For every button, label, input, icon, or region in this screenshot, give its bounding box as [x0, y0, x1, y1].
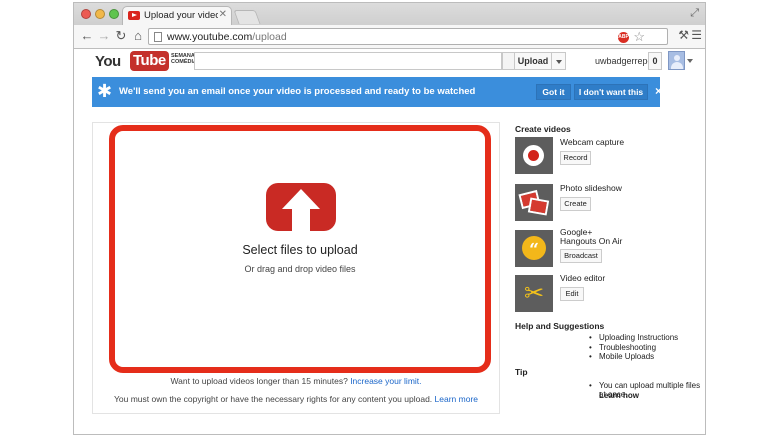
- select-files-label[interactable]: Select files to upload: [115, 243, 485, 257]
- notice-message: We'll send you an email once your video …: [119, 86, 476, 97]
- increase-limit-link[interactable]: Increase your limit.: [350, 376, 421, 386]
- arrow-stem-shape: [292, 208, 310, 232]
- url-text[interactable]: www.youtube.com/upload: [167, 31, 287, 43]
- hangouts-title: Google+ Hangouts On Air: [560, 227, 623, 246]
- learn-how-link[interactable]: Learn how: [599, 391, 639, 400]
- record-button[interactable]: Record: [560, 151, 591, 165]
- url-host: www.youtube.com: [167, 31, 253, 43]
- hangouts-bubble-shape: “: [522, 236, 546, 260]
- broadcast-button[interactable]: Broadcast: [560, 249, 602, 263]
- home-icon[interactable]: ⌂: [130, 28, 146, 44]
- create-button[interactable]: Create: [560, 197, 591, 211]
- new-tab-button[interactable]: [233, 10, 261, 24]
- scissors-icon[interactable]: ✂: [515, 275, 553, 312]
- long-upload-note: Want to upload videos longer than 15 min…: [92, 376, 500, 386]
- fullscreen-icon[interactable]: ⤢: [690, 7, 699, 20]
- avatar[interactable]: [668, 51, 685, 70]
- arrow-head-shape: [282, 189, 320, 209]
- wrench-icon[interactable]: ⚒: [678, 28, 689, 42]
- logo-tube-text: Tube: [130, 51, 169, 71]
- tab-strip: Upload your video - YouTube ✕ ⤢: [74, 3, 705, 26]
- mobile-uploads-link[interactable]: Mobile Uploads: [599, 352, 654, 361]
- tip-heading: Tip: [515, 367, 528, 377]
- notification-count-button[interactable]: 0: [648, 52, 662, 70]
- bullet-icon: •: [589, 343, 592, 352]
- photo-slideshow-icon[interactable]: [515, 184, 553, 221]
- copyright-text: You must own the copyright or have the n…: [114, 394, 433, 404]
- url-path: /upload: [252, 31, 287, 43]
- hangouts-icon[interactable]: “: [515, 230, 553, 267]
- record-ring-shape: [523, 145, 544, 166]
- bullet-icon: •: [589, 352, 592, 361]
- create-videos-heading: Create videos: [515, 124, 571, 134]
- logo-you-text: You: [95, 53, 121, 70]
- tab-title: Upload your video - YouTube: [144, 10, 218, 21]
- photo-slideshow-title: Photo slideshow: [560, 183, 622, 193]
- bullet-icon: •: [589, 333, 592, 342]
- account-caret-icon[interactable]: [687, 59, 693, 63]
- record-dot-shape: [528, 150, 539, 161]
- drag-drop-label: Or drag and drop video files: [244, 264, 356, 274]
- copyright-note: You must own the copyright or have the n…: [92, 394, 500, 404]
- got-it-button[interactable]: Got it: [536, 84, 571, 100]
- browser-toolbar: ← → ↻ ⌂ www.youtube.com/upload ABP ☆ ⚒ ☰: [74, 25, 705, 49]
- forward-arrow-icon[interactable]: →: [96, 28, 112, 44]
- search-input[interactable]: [194, 52, 502, 70]
- record-icon[interactable]: [515, 137, 553, 174]
- troubleshooting-link[interactable]: Troubleshooting: [599, 343, 656, 352]
- learn-more-link[interactable]: Learn more: [435, 394, 478, 404]
- upload-arrow-icon[interactable]: [266, 183, 336, 232]
- webcam-capture-title: Webcam capture: [560, 137, 625, 147]
- reload-icon[interactable]: ↻: [113, 28, 129, 44]
- video-editor-title: Video editor: [560, 273, 606, 283]
- dont-want-button[interactable]: I don't want this: [574, 84, 648, 100]
- youtube-header: You Tube SEMANA DA COMÉDIA Upload uwbadg…: [74, 50, 705, 74]
- photo-card-front-shape: [527, 197, 550, 216]
- file-drop-zone[interactable]: Select files to upload Or drag and drop …: [109, 125, 491, 373]
- upload-button[interactable]: Upload: [514, 52, 552, 70]
- menu-icon[interactable]: ☰: [691, 28, 702, 42]
- uploading-instructions-link[interactable]: Uploading Instructions: [599, 333, 678, 342]
- tab-close-icon[interactable]: ✕: [219, 9, 227, 20]
- minimize-window-button[interactable]: [95, 9, 105, 19]
- help-heading: Help and Suggestions: [515, 321, 605, 331]
- bullet-icon: •: [589, 381, 592, 390]
- back-arrow-icon[interactable]: ←: [79, 28, 95, 44]
- upload-dropdown-button[interactable]: [551, 52, 566, 70]
- page-icon: [154, 32, 162, 42]
- bookmark-star-icon[interactable]: ☆: [633, 29, 645, 45]
- tab-upload[interactable]: Upload your video - YouTube ✕: [122, 6, 232, 26]
- edit-button[interactable]: Edit: [560, 287, 584, 301]
- close-window-button[interactable]: [81, 9, 91, 19]
- asterisk-icon: ✱: [97, 81, 113, 101]
- adblock-icon[interactable]: ABP: [618, 32, 629, 43]
- address-bar[interactable]: www.youtube.com/upload ABP ☆: [148, 28, 668, 45]
- maximize-window-button[interactable]: [109, 9, 119, 19]
- close-icon[interactable]: ×: [655, 84, 662, 98]
- youtube-favicon-icon: [128, 11, 140, 20]
- long-upload-text: Want to upload videos longer than 15 min…: [170, 376, 348, 386]
- browser-window: Upload your video - YouTube ✕ ⤢ ← → ↻ ⌂ …: [73, 2, 706, 435]
- email-notice-bar: ✱ We'll send you an email once your vide…: [92, 77, 662, 107]
